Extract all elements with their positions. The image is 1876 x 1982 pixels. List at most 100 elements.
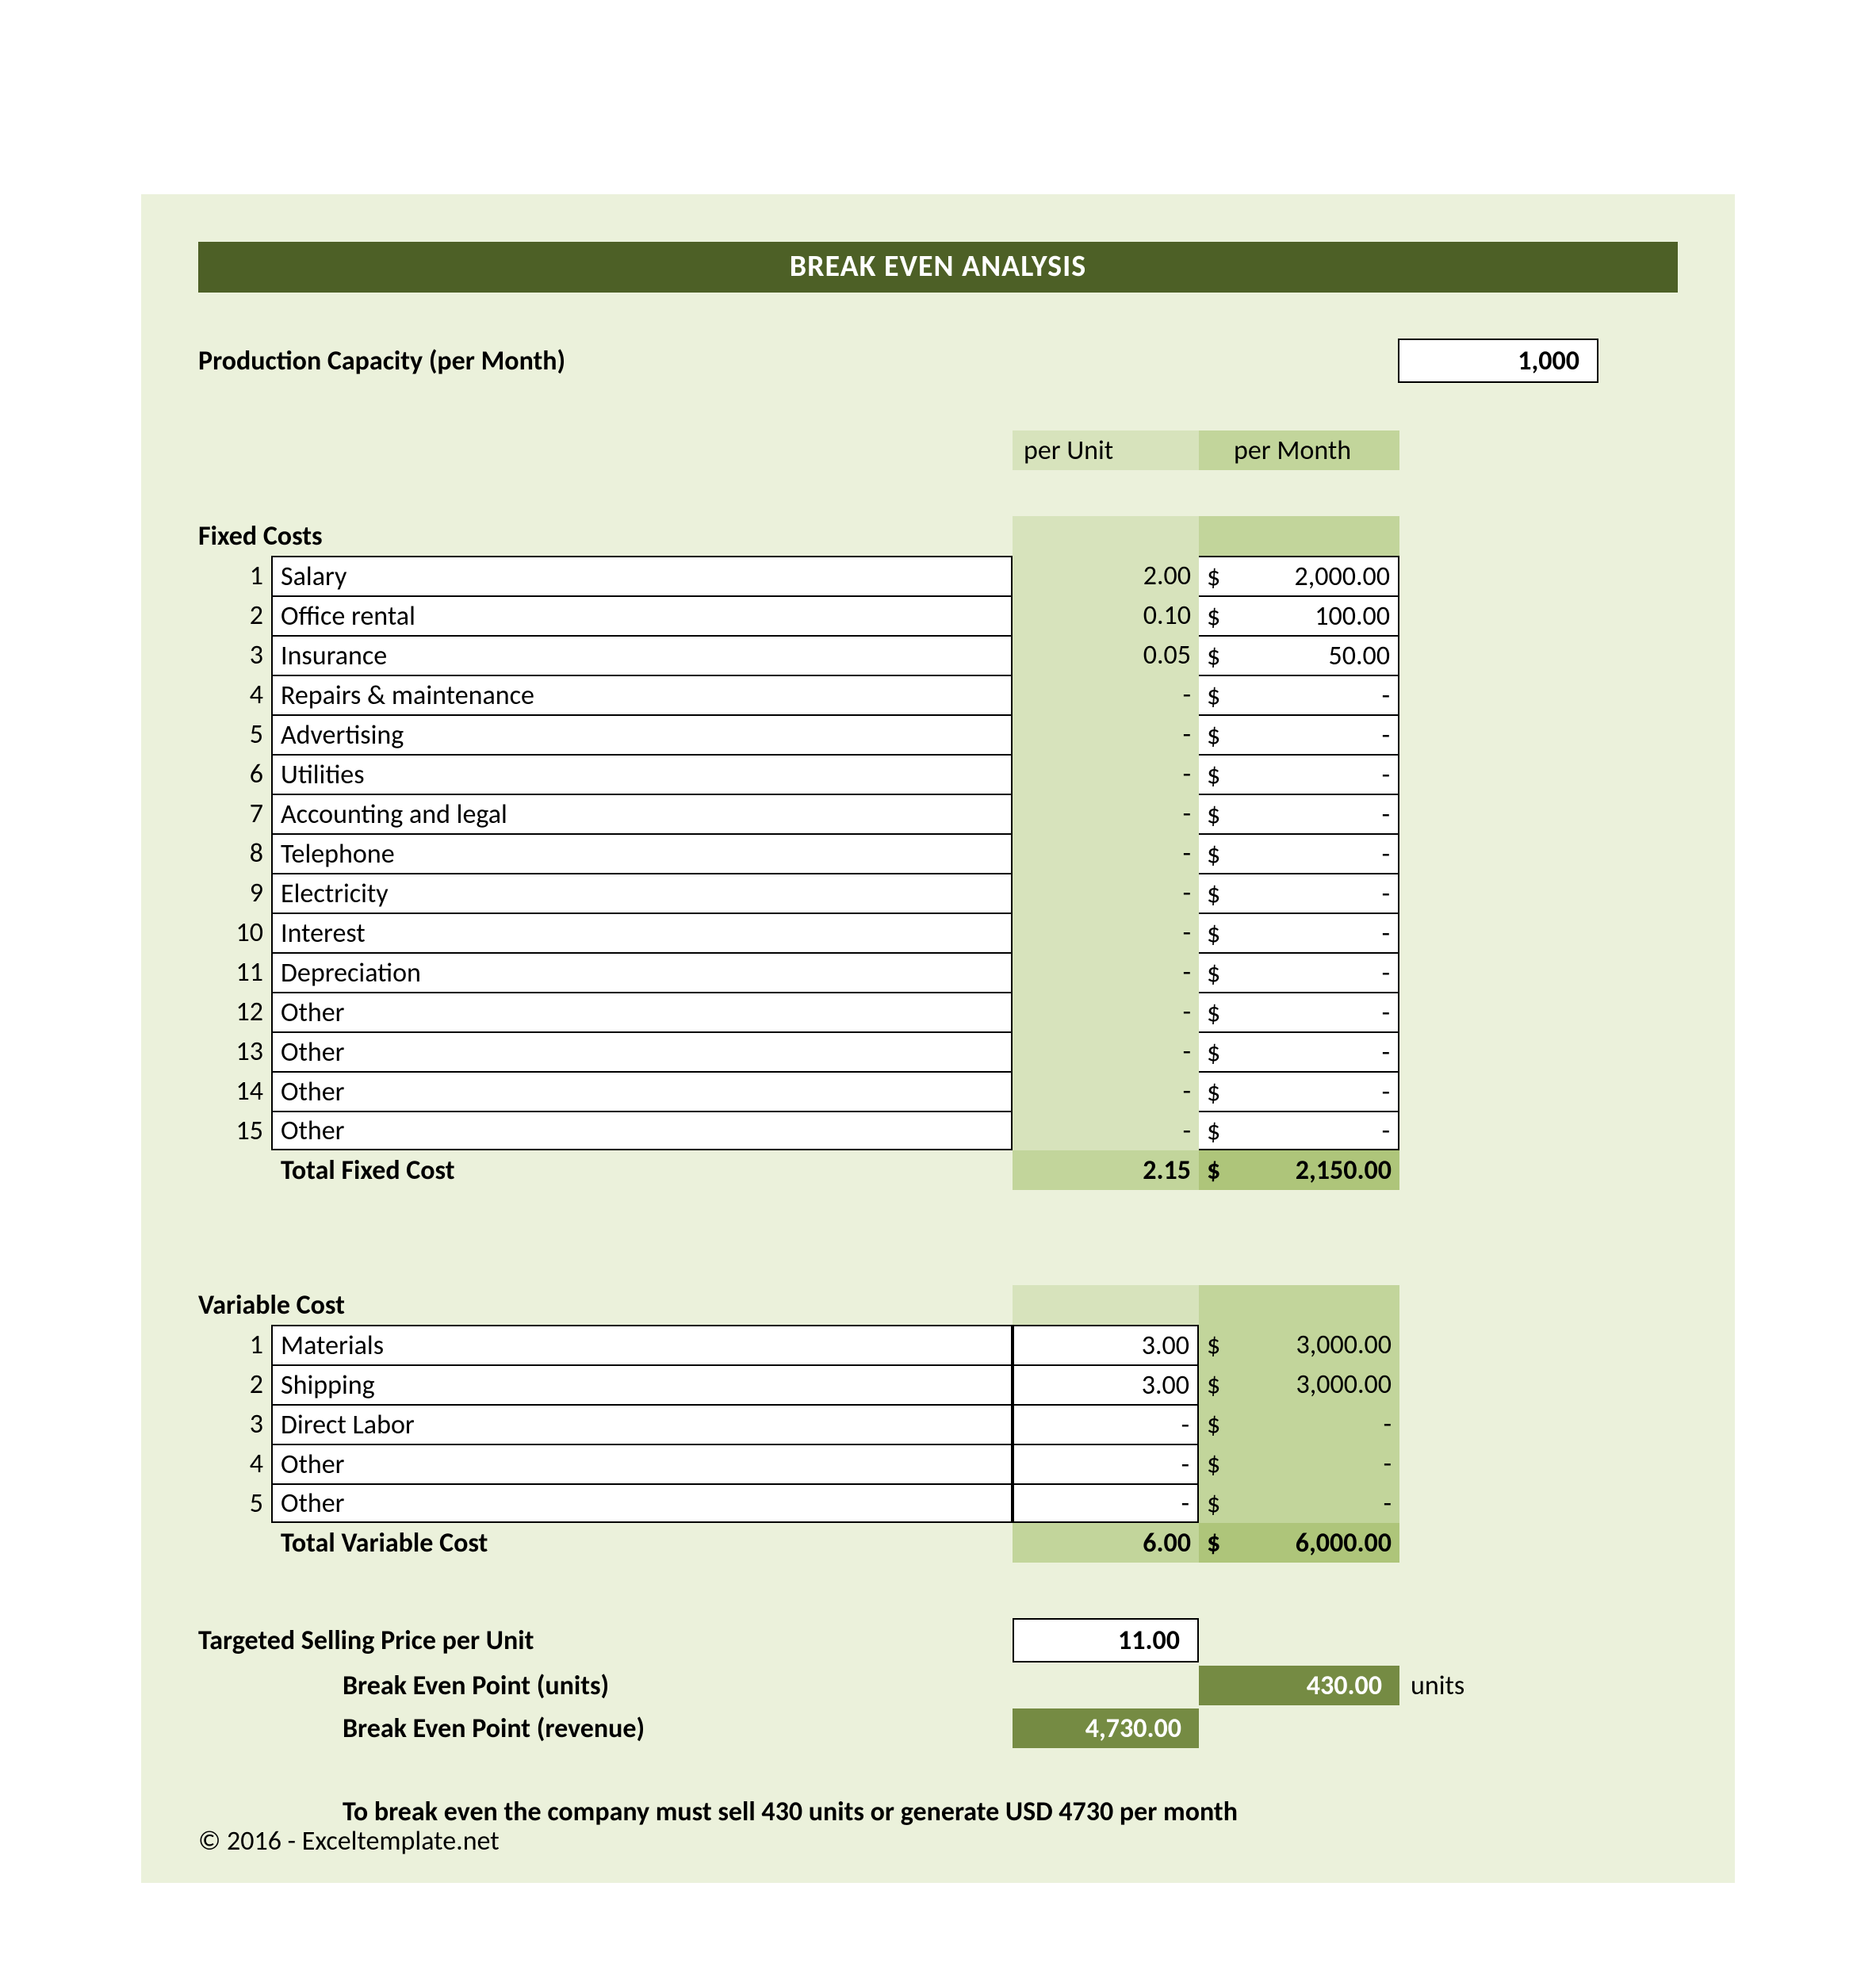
description-cell[interactable]: Advertising [271,714,1013,754]
description-cell[interactable]: Utilities [271,754,1013,794]
per-month-cell[interactable]: - [1229,754,1399,794]
row-index: 15 [198,1111,271,1150]
description-cell[interactable]: Insurance [271,635,1013,675]
per-unit-cell[interactable]: 3.00 [1013,1325,1199,1364]
per-unit-cell[interactable]: - [1013,1404,1199,1444]
row-index: 5 [198,1483,271,1523]
per-unit-cell[interactable]: 3.00 [1013,1364,1199,1404]
variable-total-per-unit: 6.00 [1013,1523,1199,1563]
description-cell[interactable]: Accounting and legal [271,794,1013,833]
per-month-cell[interactable]: - [1229,913,1399,952]
per-month-cell[interactable]: - [1229,873,1399,913]
fixed-total-currency: $ [1199,1150,1229,1190]
description-cell[interactable]: Other [271,1031,1013,1071]
description-cell[interactable]: Shipping [271,1364,1013,1404]
selling-price-input[interactable]: 11.00 [1013,1618,1199,1663]
per-unit-cell: - [1013,913,1199,952]
currency-cell: $ [1199,1111,1229,1150]
table-row: 7Accounting and legal-$- [198,794,1678,833]
row-index: 5 [198,714,271,754]
per-unit-cell: - [1013,714,1199,754]
row-index: 4 [198,1444,271,1483]
per-month-cell[interactable]: - [1229,675,1399,714]
currency-cell: $ [1199,675,1229,714]
per-unit-cell: 0.05 [1013,635,1199,675]
per-month-cell[interactable]: - [1229,1071,1399,1111]
row-index: 13 [198,1031,271,1071]
description-cell[interactable]: Other [271,992,1013,1031]
table-row: 6Utilities-$- [198,754,1678,794]
table-row: 2Office rental0.10$100.00 [198,595,1678,635]
description-cell[interactable]: Telephone [271,833,1013,873]
per-month-cell[interactable]: - [1229,1031,1399,1071]
per-unit-cell: - [1013,1071,1199,1111]
description-cell[interactable]: Other [271,1483,1013,1523]
fixed-costs-table: 1Salary2.00$2,000.002Office rental0.10$1… [198,556,1678,1150]
production-capacity-input[interactable]: 1,000 [1398,339,1598,383]
variable-total-row: Total Variable Cost 6.00 $ 6,000.00 [198,1523,1678,1563]
production-capacity-label: Production Capacity (per Month) [198,345,565,377]
per-month-cell: - [1229,1444,1399,1483]
per-unit-cell: - [1013,952,1199,992]
variable-cost-heading-row: Variable Cost [198,1245,1678,1325]
currency-cell: $ [1199,1071,1229,1111]
per-unit-cell: - [1013,754,1199,794]
currency-cell: $ [1199,1483,1229,1523]
description-cell[interactable]: Electricity [271,873,1013,913]
row-index: 12 [198,992,271,1031]
fixed-total-per-month: 2,150.00 [1229,1150,1399,1190]
currency-cell: $ [1199,714,1229,754]
description-cell[interactable]: Salary [271,556,1013,595]
per-month-cell: 3,000.00 [1229,1364,1399,1404]
description-cell[interactable]: Other [271,1071,1013,1111]
description-cell[interactable]: Interest [271,913,1013,952]
currency-cell: $ [1199,1404,1229,1444]
per-unit-cell: - [1013,1111,1199,1150]
header-per-month: per Month [1229,430,1399,470]
description-cell[interactable]: Direct Labor [271,1404,1013,1444]
per-month-cell[interactable]: - [1229,833,1399,873]
per-month-cell[interactable]: - [1229,714,1399,754]
per-unit-cell: - [1013,992,1199,1031]
per-unit-cell: - [1013,675,1199,714]
description-cell[interactable]: Repairs & maintenance [271,675,1013,714]
row-index: 6 [198,754,271,794]
description-cell[interactable]: Materials [271,1325,1013,1364]
row-index: 4 [198,675,271,714]
table-row: 1Materials3.00$3,000.00 [198,1325,1678,1364]
per-month-cell[interactable]: - [1229,952,1399,992]
table-row: 1Salary2.00$2,000.00 [198,556,1678,595]
table-row: 10Interest-$- [198,913,1678,952]
spreadsheet-sheet: BREAK EVEN ANALYSIS Production Capacity … [141,194,1735,1883]
row-index: 9 [198,873,271,913]
row-index: 3 [198,1404,271,1444]
per-month-cell[interactable]: - [1229,1111,1399,1150]
description-cell[interactable]: Other [271,1111,1013,1150]
currency-cell: $ [1199,952,1229,992]
per-month-cell[interactable]: 50.00 [1229,635,1399,675]
per-unit-cell: - [1013,1031,1199,1071]
bep-revenue-value: 4,730.00 [1013,1708,1199,1748]
row-index: 2 [198,1364,271,1404]
selling-price-row: Targeted Selling Price per Unit 11.00 [198,1618,1678,1663]
variable-total-currency: $ [1199,1523,1229,1563]
per-unit-cell[interactable]: - [1013,1483,1199,1523]
description-cell[interactable]: Other [271,1444,1013,1483]
bep-units-suffix: units [1399,1670,1479,1702]
row-index: 14 [198,1071,271,1111]
table-row: 3Insurance0.05$50.00 [198,635,1678,675]
per-month-cell[interactable]: 2,000.00 [1229,556,1399,595]
per-month-cell[interactable]: - [1229,992,1399,1031]
row-index: 10 [198,913,271,952]
table-row: 12Other-$- [198,992,1678,1031]
per-unit-cell[interactable]: - [1013,1444,1199,1483]
per-month-cell[interactable]: - [1229,794,1399,833]
description-cell[interactable]: Office rental [271,595,1013,635]
bep-units-row: Break Even Point (units) 430.00 units [198,1666,1678,1705]
description-cell[interactable]: Depreciation [271,952,1013,992]
table-row: 5Other-$- [198,1483,1678,1523]
production-capacity-row: Production Capacity (per Month) 1,000 [198,339,1678,383]
per-month-cell[interactable]: 100.00 [1229,595,1399,635]
fixed-costs-label: Fixed Costs [198,516,1013,556]
row-index: 11 [198,952,271,992]
